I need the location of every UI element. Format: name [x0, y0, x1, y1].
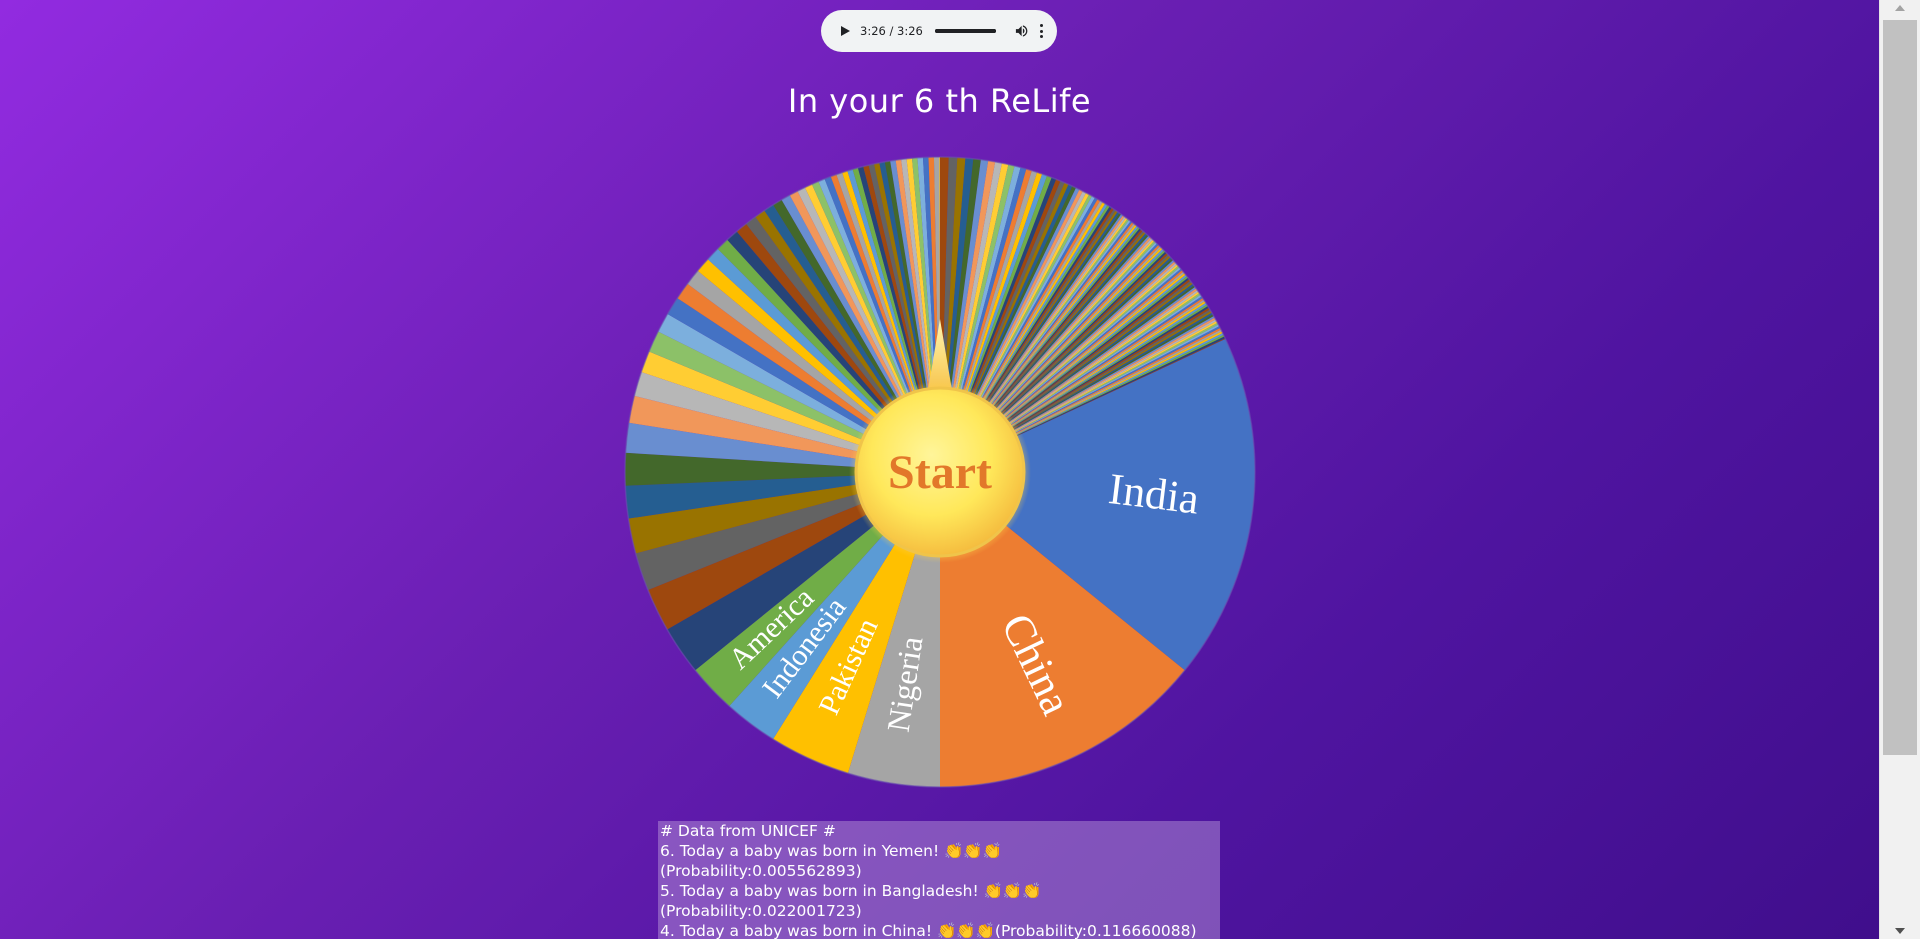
play-icon[interactable] [841, 26, 850, 36]
audio-time: 3:26 / 3:26 [860, 24, 923, 38]
log-line: # Data from UNICEF # [660, 822, 836, 840]
audio-player[interactable]: 3:26 / 3:26 [821, 10, 1057, 52]
prize-wheel[interactable]: India China Nigeria Pakistan Indonesia Americ… [624, 156, 1256, 788]
more-options-icon[interactable] [1039, 24, 1043, 38]
result-log: # Data from UNICEF # 6. Today a baby was… [658, 821, 1220, 939]
log-line: 6. Today a baby was born in Yemen! 👏👏👏 [660, 842, 1003, 860]
audio-progress-bar[interactable] [934, 29, 996, 33]
audio-progress-fill [934, 29, 996, 33]
scroll-down-icon[interactable] [1895, 928, 1905, 934]
volume-icon[interactable] [1014, 23, 1029, 39]
wheel-graphic[interactable]: IndiaChinaNigeriaPakistanIndonesiaAmeric… [624, 156, 1256, 788]
log-line: 4. Today a baby was born in China! 👏👏👏(P… [660, 922, 1197, 939]
log-line: 5. Today a baby was born in Bangladesh! … [660, 882, 1042, 900]
vertical-scrollbar[interactable] [1879, 0, 1920, 939]
page-title: In your 6 th ReLife [787, 82, 1092, 120]
scroll-thumb[interactable] [1883, 20, 1917, 755]
scroll-up-icon[interactable] [1895, 5, 1905, 11]
page-viewport: 3:26 / 3:26 In your 6 th ReLife India Ch… [0, 0, 1879, 939]
log-line: (Probability:0.022001723) [660, 902, 862, 920]
start-label[interactable]: Start [888, 446, 992, 499]
log-line: (Probability:0.005562893) [660, 862, 862, 880]
